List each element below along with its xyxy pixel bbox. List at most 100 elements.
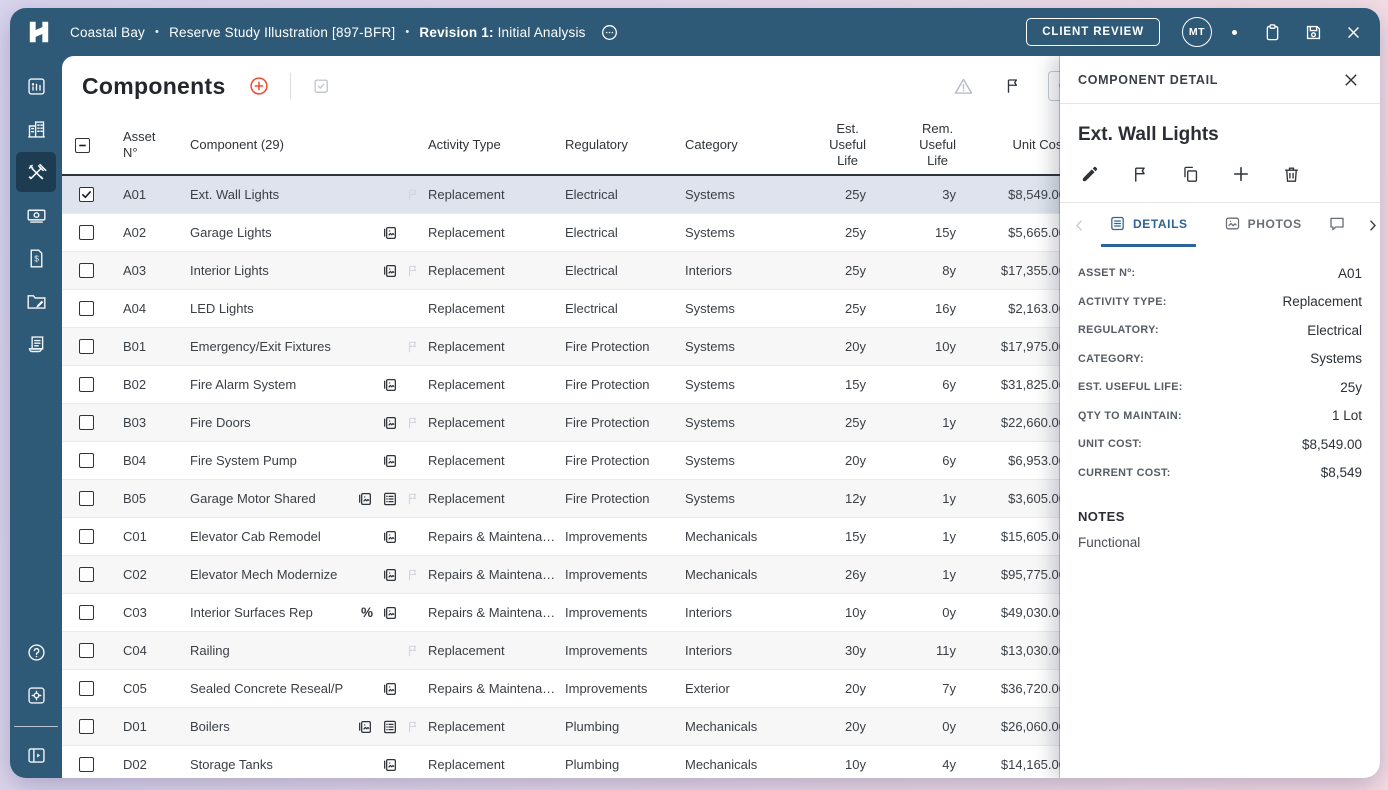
table-row[interactable]: C04 Railing % Replacement Improvements I… — [62, 632, 1066, 670]
column-header-unit-cost[interactable]: Unit Cost — [964, 137, 1066, 153]
tabs-next-icon[interactable] — [1361, 214, 1380, 237]
presence-dot — [1232, 30, 1237, 35]
asset-number: D01 — [110, 719, 174, 734]
collapse-panel-icon — [26, 745, 47, 766]
component-title: Ext. Wall Lights — [1060, 104, 1380, 146]
table-row[interactable]: A02 Garage Lights % Replacement Electric… — [62, 214, 1066, 252]
tab-photos[interactable]: PHOTOS — [1216, 203, 1310, 247]
unit-cost: $2,163.00 — [964, 301, 1066, 316]
tab-comments[interactable] — [1324, 203, 1357, 247]
sidebar-item-dashboard[interactable] — [16, 66, 56, 106]
row-checkbox[interactable] — [79, 567, 94, 582]
sidebar-item-reports[interactable] — [16, 324, 56, 364]
table-row[interactable]: C05 Sealed Concrete Reseal/P % Repairs &… — [62, 670, 1066, 708]
detail-field-row: REGULATORY: Electrical — [1078, 316, 1362, 345]
component-name: Elevator Cab Remodel — [190, 529, 382, 544]
table-row[interactable]: A03 Interior Lights % Replacement Electr… — [62, 252, 1066, 290]
sidebar-item-funding[interactable] — [16, 195, 56, 235]
photos-icon — [382, 377, 398, 393]
sidebar-item-projects[interactable] — [16, 281, 56, 321]
rem-useful-life: 1y — [874, 529, 964, 544]
sidebar-item-components[interactable] — [16, 152, 56, 192]
flag-icon — [406, 188, 420, 202]
table-row[interactable]: B04 Fire System Pump % Replacement Fire … — [62, 442, 1066, 480]
table-row[interactable]: B03 Fire Doors % Replacement Fire Protec… — [62, 404, 1066, 442]
row-checkbox[interactable] — [79, 263, 94, 278]
edit-icon[interactable] — [1078, 162, 1102, 186]
row-checkbox[interactable] — [79, 605, 94, 620]
row-checkbox[interactable] — [79, 681, 94, 696]
row-checkbox[interactable] — [79, 225, 94, 240]
row-checkbox[interactable] — [79, 719, 94, 734]
table-row[interactable]: B01 Emergency/Exit Fixtures % Replacemen… — [62, 328, 1066, 366]
photos-icon — [382, 605, 398, 621]
add-component-button[interactable] — [244, 71, 274, 101]
column-header-regulatory[interactable]: Regulatory — [565, 137, 685, 153]
column-header-asset[interactable]: Asset N° — [110, 129, 174, 162]
field-label: ACTIVITY TYPE: — [1078, 296, 1167, 308]
clipboard-icon[interactable] — [1259, 19, 1286, 46]
photos-icon — [382, 225, 398, 241]
multi-select-icon[interactable] — [307, 72, 335, 100]
column-header-est-useful-life[interactable]: Est. Useful Life — [802, 121, 874, 170]
flag-icon[interactable] — [1129, 163, 1152, 186]
settings-icon — [26, 685, 47, 706]
column-header-category[interactable]: Category — [685, 137, 802, 153]
row-checkbox[interactable] — [79, 529, 94, 544]
row-checkbox[interactable] — [79, 415, 94, 430]
photos-icon — [1224, 215, 1241, 232]
row-checkbox[interactable] — [79, 491, 94, 506]
column-header-component[interactable]: Component (29) — [174, 137, 428, 153]
sidebar-item-collapse[interactable] — [16, 735, 56, 775]
add-icon[interactable] — [1229, 162, 1253, 186]
column-header-rem-useful-life[interactable]: Rem. Useful Life — [874, 121, 964, 170]
client-review-button[interactable]: CLIENT REVIEW — [1026, 18, 1160, 46]
row-checkbox[interactable] — [79, 377, 94, 392]
column-header-activity[interactable]: Activity Type — [428, 137, 565, 153]
row-checkbox[interactable] — [79, 643, 94, 658]
sidebar-item-help[interactable] — [16, 632, 56, 672]
select-all-checkbox[interactable] — [75, 138, 90, 153]
table-row[interactable]: C01 Elevator Cab Remodel % Repairs & Mai… — [62, 518, 1066, 556]
avatar[interactable]: MT — [1182, 17, 1212, 47]
field-value: 1 Lot — [1332, 408, 1362, 423]
category: Interiors — [685, 643, 802, 658]
table-row[interactable]: A01 Ext. Wall Lights % Replacement Elect… — [62, 176, 1066, 214]
table-row[interactable]: B05 Garage Motor Shared % Replacement Fi… — [62, 480, 1066, 518]
table-row[interactable]: C02 Elevator Mech Modernize % Repairs & … — [62, 556, 1066, 594]
component-name: Ext. Wall Lights — [190, 187, 398, 202]
component-name: Fire Doors — [190, 415, 382, 430]
delete-icon[interactable] — [1280, 163, 1303, 186]
flag-icon — [406, 644, 420, 658]
row-checkbox[interactable] — [79, 453, 94, 468]
table-row[interactable]: D02 Storage Tanks % Replacement Plumbing… — [62, 746, 1066, 778]
photos-icon — [382, 567, 398, 583]
sidebar-item-properties[interactable] — [16, 109, 56, 149]
category: Mechanicals — [685, 529, 802, 544]
row-checkbox[interactable] — [79, 301, 94, 316]
table-row[interactable]: C03 Interior Surfaces Rep % Repairs & Ma… — [62, 594, 1066, 632]
header-divider — [290, 73, 291, 99]
revision-menu-icon[interactable] — [596, 19, 623, 46]
warning-icon[interactable] — [949, 72, 978, 101]
tabs-prev-icon[interactable] — [1068, 214, 1091, 237]
app-logo-icon[interactable] — [26, 19, 52, 45]
close-window-icon[interactable] — [1341, 20, 1366, 45]
est-useful-life: 20y — [802, 339, 874, 354]
table-row[interactable]: D01 Boilers % Replacement Plumbing Mecha… — [62, 708, 1066, 746]
sidebar-item-settings[interactable] — [16, 675, 56, 715]
row-checkbox[interactable] — [79, 339, 94, 354]
duplicate-icon[interactable] — [1179, 163, 1202, 186]
activity-type: Replacement — [428, 225, 565, 240]
table-row[interactable]: B02 Fire Alarm System % Replacement Fire… — [62, 366, 1066, 404]
tab-details[interactable]: DETAILS — [1101, 203, 1196, 247]
row-checkbox[interactable] — [79, 757, 94, 772]
close-detail-icon[interactable] — [1338, 67, 1364, 93]
sidebar-item-expenditures[interactable]: $ — [16, 238, 56, 278]
flag-filter-icon[interactable] — [1000, 73, 1026, 99]
est-useful-life: 15y — [802, 377, 874, 392]
row-checkbox[interactable] — [79, 187, 94, 202]
table-row[interactable]: A04 LED Lights % Replacement Electrical … — [62, 290, 1066, 328]
save-icon[interactable] — [1300, 19, 1327, 46]
rem-useful-life: 1y — [874, 567, 964, 582]
